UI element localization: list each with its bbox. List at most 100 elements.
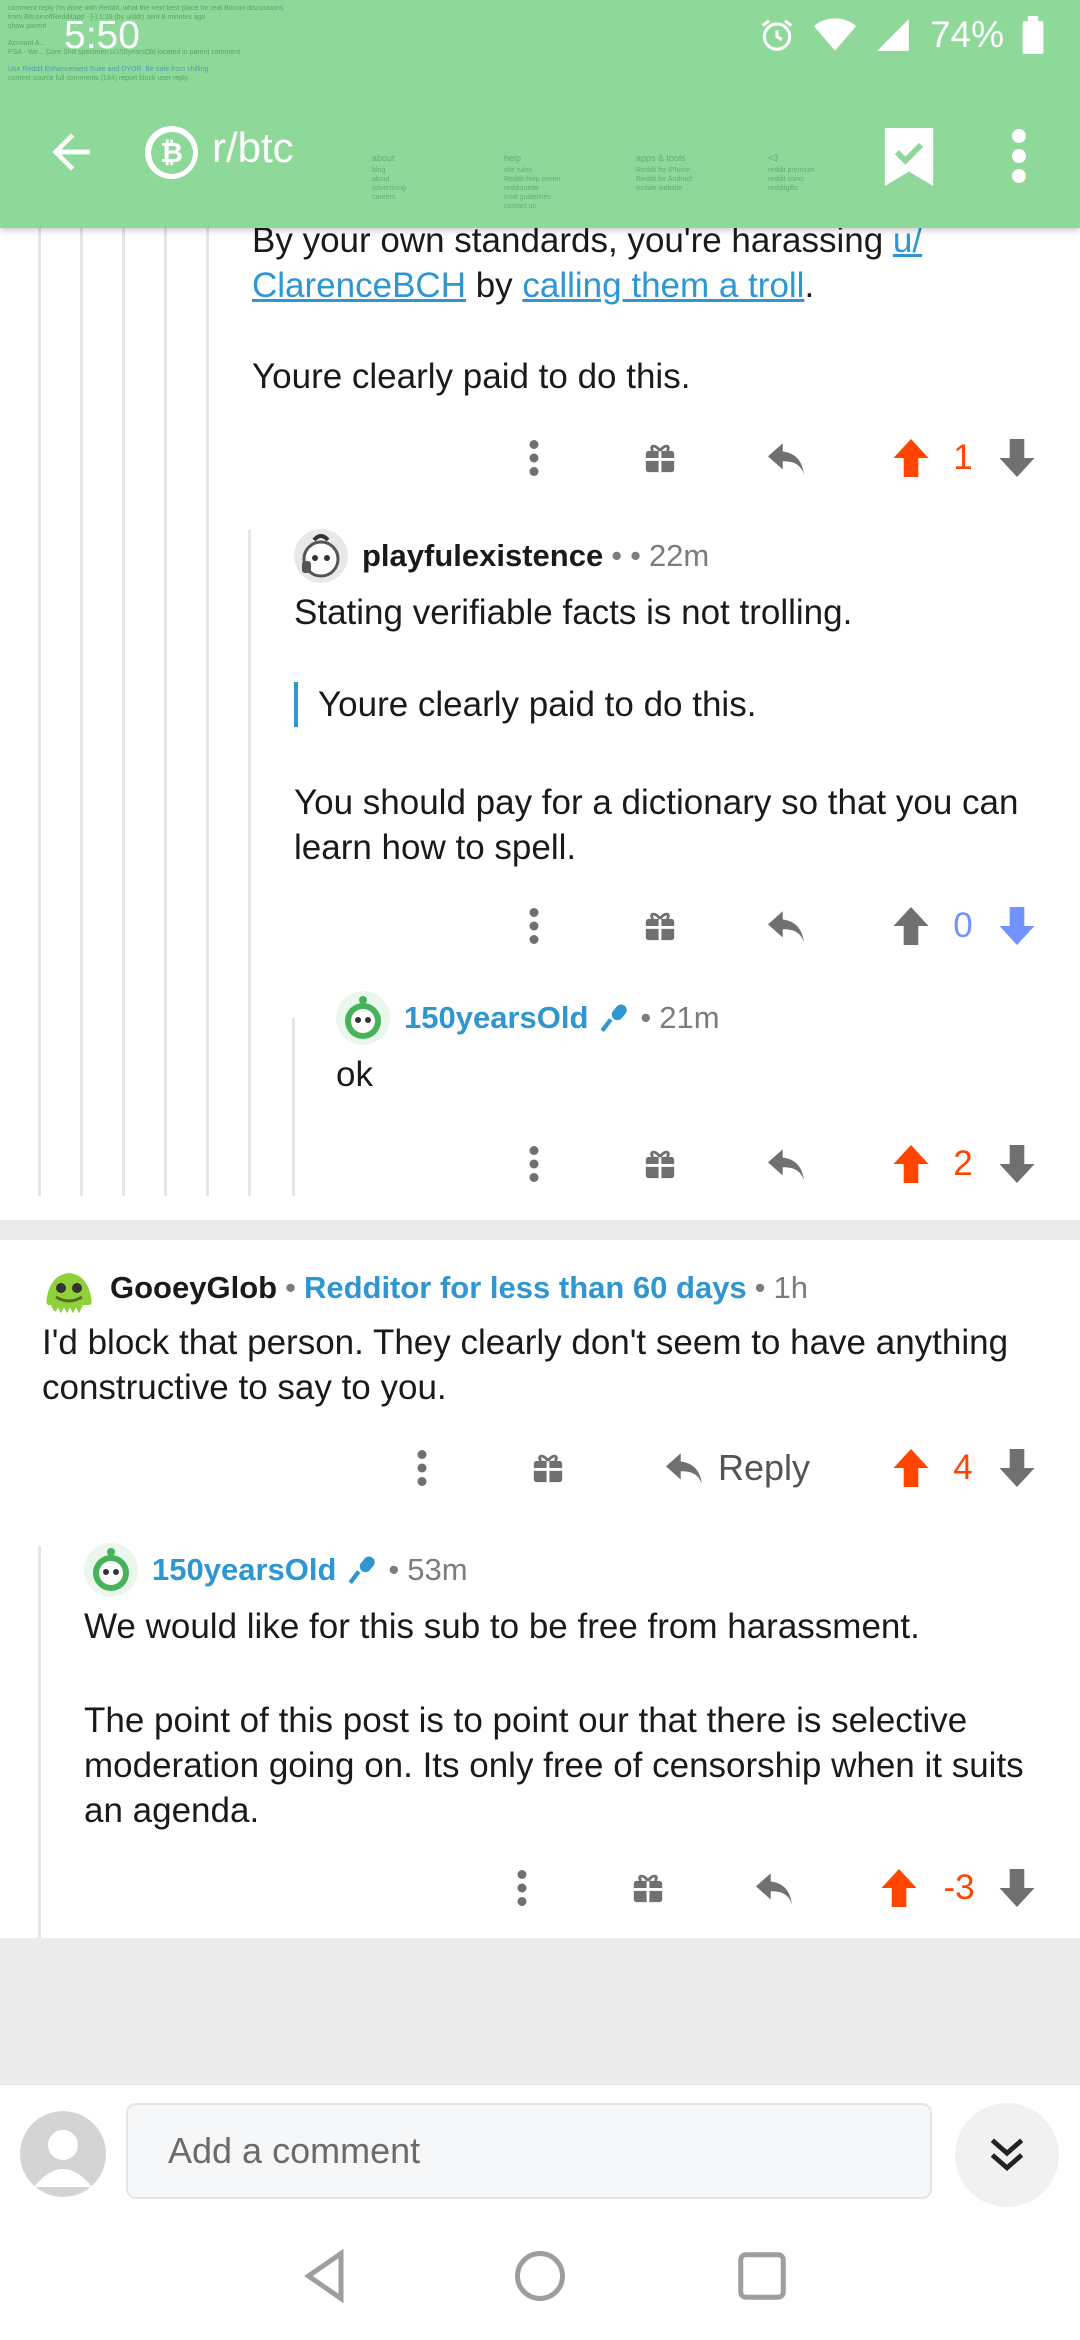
reply-icon	[665, 1453, 702, 1485]
award-icon	[645, 912, 675, 941]
user-avatar[interactable]	[20, 2111, 106, 2197]
reply-button[interactable]	[762, 428, 810, 488]
more-icon	[529, 1146, 539, 1182]
username[interactable]: 150yearsOld	[404, 1000, 588, 1036]
ghost-line: context source full comments (184) repor…	[8, 75, 189, 82]
reply-label: Reply	[717, 1447, 811, 1488]
award-button[interactable]	[524, 1438, 572, 1498]
more-icon	[417, 1450, 427, 1486]
avatar[interactable]	[84, 1543, 138, 1597]
ghost-menu-item: mobile website	[636, 185, 683, 192]
downvote-button[interactable]	[994, 1858, 1040, 1918]
upvote-button[interactable]	[888, 896, 934, 956]
username[interactable]: playfulexistence	[362, 538, 603, 574]
nav-back-icon[interactable]	[296, 2246, 356, 2306]
status-time: 5:50	[64, 14, 140, 57]
nav-home-icon[interactable]	[510, 2246, 570, 2306]
ghost-menu-item: Reddit for iPhone	[636, 167, 691, 174]
ghost-menu-head: about	[372, 153, 395, 163]
separator-dot: •	[630, 538, 641, 573]
ghost-menu-item: careers	[372, 194, 396, 201]
more-icon	[517, 1870, 527, 1906]
subreddit-name[interactable]: r/btc	[212, 124, 294, 172]
more-button[interactable]	[402, 1438, 442, 1498]
blockquote: Youre clearly paid to do this.	[294, 682, 994, 727]
downvote-button[interactable]	[994, 1134, 1040, 1194]
thread-line	[38, 228, 41, 1196]
ghost-menu-head: <3	[768, 153, 779, 163]
award-button[interactable]	[636, 1134, 684, 1194]
upvote-button[interactable]	[888, 1134, 934, 1194]
ghost-menu-item: advertising	[372, 185, 406, 192]
microphone-icon	[600, 1004, 628, 1033]
avatar[interactable]	[42, 1261, 96, 1315]
reply-button[interactable]	[762, 896, 810, 956]
thread-line	[164, 228, 167, 1196]
award-icon	[645, 444, 675, 473]
reply-button[interactable]: Reply	[652, 1438, 822, 1498]
username[interactable]: GooeyGlob	[110, 1270, 277, 1306]
comment-actions: -3	[0, 1858, 1080, 1918]
downvote-button[interactable]	[994, 428, 1040, 488]
ghost-menu-col: apps & tools Reddit for iPhone Reddit fo…	[636, 154, 716, 211]
ghost-footer-menu: about blog about advertising careers hel…	[372, 154, 848, 211]
ghost-menu-head: apps & tools	[636, 153, 686, 163]
subreddit-icon[interactable]: ₿	[145, 126, 198, 179]
comment-header: 150yearsOld • 21m	[336, 991, 720, 1045]
back-arrow-icon[interactable]	[40, 124, 102, 180]
user-placeholder-icon	[34, 2130, 92, 2187]
app-header: comment reply I'm done with Reddit, what…	[0, 0, 1080, 228]
bookmark-check-icon[interactable]	[884, 128, 934, 186]
reply-button[interactable]	[750, 1858, 798, 1918]
nav-recents-icon[interactable]	[732, 2246, 792, 2306]
battery-icon	[1022, 16, 1044, 54]
comment-thread: By your own standards, you're harassing …	[0, 228, 1080, 2083]
thread-line	[206, 228, 209, 1196]
upvote-button[interactable]	[876, 1858, 922, 1918]
vote-score: 0	[953, 906, 973, 945]
separator-dot: •	[611, 538, 623, 573]
downvote-icon	[999, 439, 1035, 477]
upvote-icon	[893, 907, 929, 945]
reply-icon	[768, 1149, 804, 1181]
user-flair: Redditor for less than 60 days	[303, 1270, 747, 1305]
award-button[interactable]	[636, 896, 684, 956]
more-button[interactable]	[514, 1134, 554, 1194]
ghost-menu-item: reddiquette	[504, 185, 540, 192]
comment-header: playfulexistence • • 22m	[294, 529, 709, 583]
thread-line	[122, 228, 125, 1196]
comment-actions: Reply 4	[0, 1438, 1080, 1498]
award-button[interactable]	[624, 1858, 672, 1918]
comment-text: .	[804, 266, 815, 305]
separator-dot: •	[285, 1270, 296, 1305]
ghost-line: Use Reddit Enhancement Suite and DYOR. B…	[8, 66, 209, 73]
username[interactable]: 150yearsOld	[152, 1552, 336, 1588]
add-comment-input[interactable]	[126, 2103, 932, 2199]
more-button[interactable]	[514, 428, 554, 488]
inline-link[interactable]: calling them a troll	[522, 266, 804, 305]
more-button[interactable]	[502, 1858, 542, 1918]
overflow-menu-icon[interactable]	[1003, 128, 1035, 184]
ghost-menu-col: <3 reddit premium reddit coins redditgif…	[768, 154, 848, 211]
ghost-menu-col: about blog about advertising careers	[372, 154, 452, 211]
ghost-menu-item: about	[372, 176, 390, 183]
comment-bar	[0, 2084, 1080, 2212]
downvote-button[interactable]	[994, 896, 1040, 956]
award-button[interactable]	[636, 428, 684, 488]
ghost-menu-item: reddit coins	[768, 176, 804, 183]
more-button[interactable]	[514, 896, 554, 956]
upvote-button[interactable]	[888, 428, 934, 488]
ghost-menu-item: Reddit for Android	[636, 176, 693, 183]
upvote-button[interactable]	[888, 1438, 934, 1498]
avatar[interactable]	[336, 991, 390, 1045]
upvote-icon	[893, 1145, 929, 1183]
thread-divider	[0, 1220, 1080, 1240]
comment-actions: 0	[0, 896, 1080, 956]
ghost-menu-item: contact us	[504, 203, 536, 210]
reply-button[interactable]	[762, 1134, 810, 1194]
next-comment-button[interactable]	[955, 2103, 1059, 2207]
downvote-icon	[999, 907, 1035, 945]
downvote-button[interactable]	[994, 1438, 1040, 1498]
avatar[interactable]	[294, 529, 348, 583]
comment-actions: 1	[0, 428, 1080, 488]
